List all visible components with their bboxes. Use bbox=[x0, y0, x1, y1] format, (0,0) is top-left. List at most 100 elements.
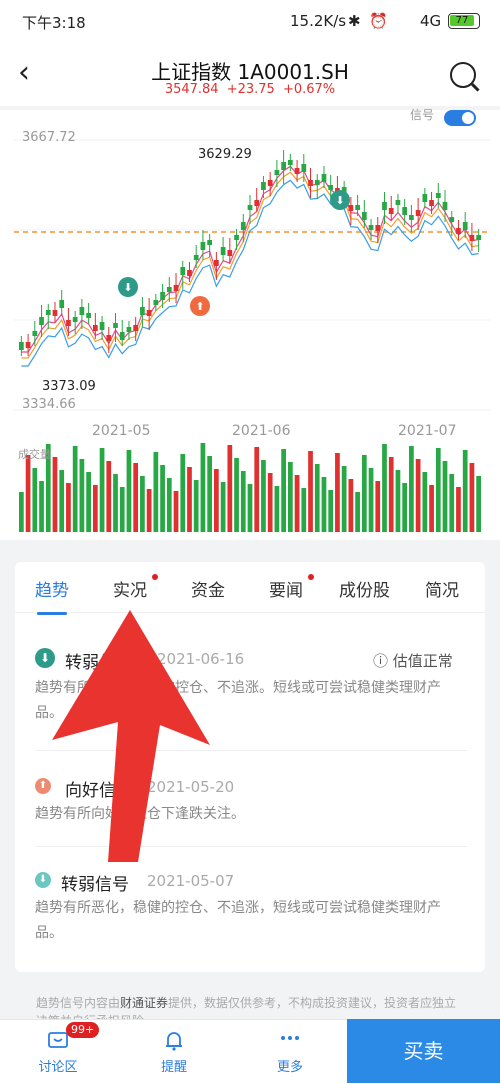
candle-body bbox=[19, 342, 24, 350]
volume-bar bbox=[469, 463, 475, 532]
volume-bar bbox=[166, 478, 172, 532]
tab-overview[interactable]: 简况 bbox=[425, 576, 459, 601]
candle-body bbox=[180, 267, 186, 275]
volume-bar bbox=[429, 485, 434, 532]
more-button[interactable]: 更多 bbox=[250, 1020, 330, 1075]
candle-body bbox=[308, 180, 313, 186]
volume-bar bbox=[348, 479, 354, 532]
signal-desc: 趋势有所恶化，稳健的控仓、不追涨。短线或可尝试稳健类理财产品。 bbox=[35, 680, 441, 721]
volume-bar bbox=[153, 452, 159, 532]
candle-body bbox=[254, 200, 260, 206]
volume-bar bbox=[25, 455, 31, 532]
volume-label: 成交量 bbox=[18, 448, 51, 461]
candle-body bbox=[133, 325, 139, 331]
candle-body bbox=[395, 200, 401, 205]
tab-live[interactable]: 实况 bbox=[113, 576, 147, 601]
candle-body bbox=[415, 210, 421, 216]
low-label: 3373.09 bbox=[42, 379, 96, 394]
y-axis-bottom: 3334.66 bbox=[22, 397, 76, 412]
volume-bar bbox=[294, 475, 300, 532]
volume-bar bbox=[193, 480, 199, 532]
signal-desc: 趋势有所恶化，稳健的控仓、不追涨，短线或可尝试稳健类理财产品。 bbox=[35, 900, 441, 941]
down-signal-icon-glyph: ⬇ bbox=[335, 194, 344, 207]
candle-body bbox=[361, 212, 367, 220]
candle-body bbox=[442, 202, 448, 210]
volume-bar bbox=[267, 473, 273, 532]
volume-bar bbox=[301, 488, 307, 532]
volume-bar bbox=[415, 459, 421, 532]
volume-bar bbox=[368, 468, 374, 532]
volume-bar bbox=[66, 483, 71, 532]
candle-body bbox=[328, 185, 334, 190]
candle-body bbox=[207, 240, 213, 245]
candle-body bbox=[409, 215, 414, 220]
volume-bar bbox=[375, 481, 381, 532]
candle-body bbox=[32, 331, 38, 336]
candle-body bbox=[294, 168, 300, 174]
candle-body bbox=[72, 317, 78, 322]
volume-bar bbox=[79, 459, 85, 532]
volume-bar bbox=[274, 486, 280, 532]
signal-title: 向好信号 bbox=[65, 781, 133, 801]
candle-body bbox=[462, 222, 468, 230]
candle-body bbox=[214, 260, 219, 266]
discuss-badge: 99+ bbox=[66, 1022, 100, 1038]
status-bar: 下午3:18 15.2K/s ✱ ⏰ 4G 77 bbox=[0, 0, 500, 44]
signal-item[interactable]: ⬇ 转弱信号 2021-06-16 ⓘ 估值正常 趋势有所恶化，稳健的控仓、不追… bbox=[35, 648, 467, 738]
signal-item[interactable]: ⬇ 转弱信号 2021-05-07 趋势有所恶化，稳健的控仓、不追涨，短线或可尝… bbox=[35, 870, 467, 960]
volume-bar bbox=[180, 454, 186, 532]
candle-body bbox=[240, 222, 246, 230]
battery-icon: 77 bbox=[448, 13, 480, 29]
network-speed: 15.2K/s bbox=[290, 12, 347, 30]
volume-bar bbox=[146, 489, 152, 532]
volume-bar bbox=[19, 492, 24, 532]
candle-body bbox=[301, 164, 307, 172]
candle-body bbox=[126, 327, 132, 332]
volume-bar bbox=[32, 468, 38, 532]
divider bbox=[35, 750, 467, 751]
candle-body bbox=[429, 200, 434, 206]
volume-bar bbox=[52, 457, 58, 532]
tab-trend[interactable]: 趋势 bbox=[35, 576, 69, 615]
volume-bar bbox=[382, 444, 387, 532]
trade-button[interactable]: 买卖 bbox=[347, 1019, 500, 1083]
candle-body bbox=[220, 247, 226, 255]
volume-bar bbox=[227, 445, 233, 532]
candle-body bbox=[287, 160, 293, 165]
candle-body bbox=[355, 205, 360, 210]
tab-constituents[interactable]: 成份股 bbox=[339, 576, 390, 601]
volume-bar bbox=[59, 470, 65, 532]
volume-bar bbox=[220, 482, 226, 532]
discuss-button[interactable]: 99+ 讨论区 bbox=[18, 1020, 100, 1075]
volume-bar bbox=[355, 492, 360, 532]
candle-body bbox=[200, 242, 206, 250]
volume-bar bbox=[321, 477, 327, 532]
volume-bar bbox=[113, 474, 118, 532]
candle-body bbox=[314, 180, 320, 185]
remind-button[interactable]: 提醒 bbox=[134, 1020, 214, 1075]
candle-body bbox=[99, 322, 105, 330]
search-icon[interactable] bbox=[450, 62, 476, 88]
signal-date: 2021-06-16 bbox=[157, 650, 245, 668]
volume-bar bbox=[388, 457, 394, 532]
tab-funds[interactable]: 资金 bbox=[191, 576, 225, 601]
volume-bar bbox=[335, 453, 340, 532]
volume-bar bbox=[247, 484, 253, 532]
bluetooth-alarm-icon: ✱ ⏰ bbox=[348, 12, 391, 30]
up-arrow-icon: ⬆ bbox=[35, 778, 51, 794]
volume-bar bbox=[462, 450, 468, 532]
volume-bar bbox=[234, 458, 239, 532]
tab-news[interactable]: 要闻 bbox=[269, 576, 303, 601]
candle-body bbox=[187, 270, 192, 276]
candle-body bbox=[193, 255, 199, 260]
candle-body bbox=[281, 162, 286, 170]
signal-item[interactable]: ⬆ 向好信号 2021-05-20 趋势有所向好，控仓下逢跌关注。 bbox=[35, 776, 467, 836]
candle-body bbox=[234, 235, 239, 240]
candle-body bbox=[435, 193, 441, 198]
volume-bar bbox=[92, 485, 98, 532]
candle-body bbox=[402, 207, 408, 215]
candle-body bbox=[267, 180, 273, 186]
volume-bar bbox=[287, 462, 293, 532]
candle-body bbox=[45, 310, 51, 315]
x-label-3: 2021-07 bbox=[398, 423, 457, 439]
